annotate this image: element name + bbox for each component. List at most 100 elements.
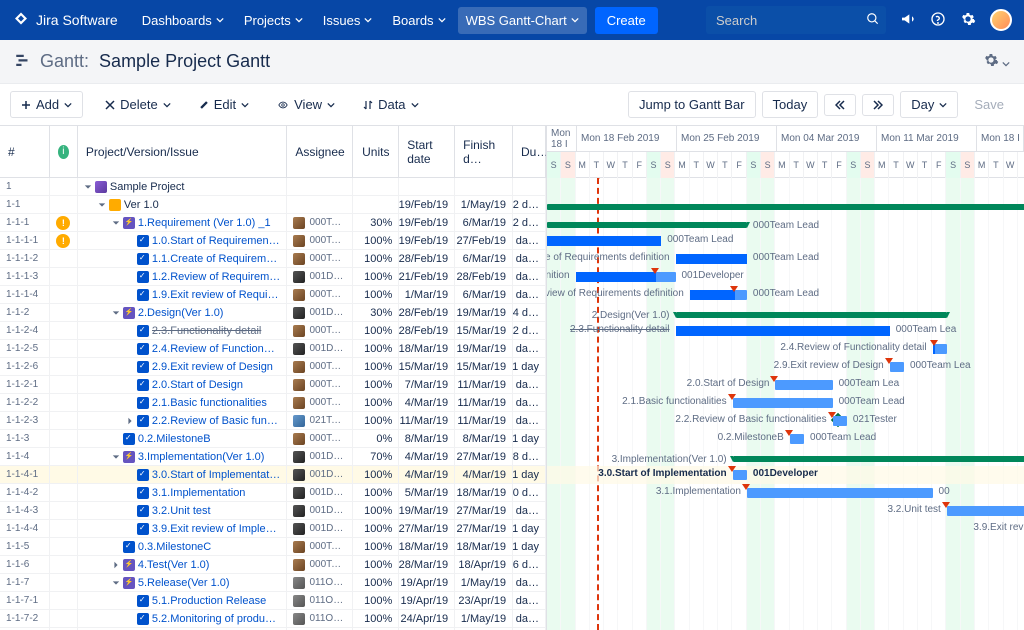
gear-icon[interactable] <box>960 11 976 30</box>
summary-bar[interactable] <box>547 204 1024 210</box>
table-row[interactable]: 1-1-2-42.3.Functionality detail000Te…100… <box>0 322 546 340</box>
nav-item-issues[interactable]: Issues <box>315 7 381 34</box>
gantt-row[interactable] <box>547 592 1024 610</box>
gantt-row[interactable]: 3.2.Unit test <box>547 502 1024 520</box>
col-units[interactable]: Units <box>353 126 399 177</box>
megaphone-icon[interactable] <box>900 11 916 30</box>
gantt-row[interactable]: 3.Implementation(Ver 1.0) <box>547 448 1024 466</box>
add-button[interactable]: Add <box>10 91 83 118</box>
collapse-icon[interactable] <box>84 183 92 191</box>
task-bar[interactable]: 000Team Leadixit review of Requirements … <box>690 290 747 300</box>
task-bar[interactable]: 001Developerdefinition <box>576 272 676 282</box>
summary-bar[interactable]: 3.Implementation(Ver 1.0) <box>733 456 1024 462</box>
task-bar[interactable]: 000Team Lea2.3.Functionality detail <box>676 326 890 336</box>
gantt-row[interactable]: 000Team Lea2.0.Start of Design <box>547 376 1024 394</box>
collapse-icon[interactable] <box>112 453 120 461</box>
task-bar[interactable]: 000Team Lea2.9.Exit review of Design <box>890 362 904 372</box>
nav-item-boards[interactable]: Boards <box>384 7 453 34</box>
table-row[interactable]: 1-1-50.3.MilestoneC000Te…100%18/Mar/1918… <box>0 538 546 556</box>
table-row[interactable]: 1-1-1-31.2.Review of Requireme…001De…100… <box>0 268 546 286</box>
prev-button[interactable] <box>824 94 856 116</box>
gantt-row[interactable]: 001Developer3.0.Start of Implementation <box>547 466 1024 484</box>
gantt-row[interactable] <box>547 538 1024 556</box>
data-button[interactable]: Data <box>357 92 424 117</box>
task-bar[interactable]: 001Developer3.0.Start of Implementation <box>733 470 747 480</box>
table-row[interactable]: 1-1-2-12.0.Start of Design000Te…100%7/Ma… <box>0 376 546 394</box>
table-row[interactable]: 1-1-7-25.2.Monitoring of produc…011Op…10… <box>0 610 546 628</box>
table-row[interactable]: 1-1-2-22.1.Basic functionalities000Te…10… <box>0 394 546 412</box>
create-button[interactable]: Create <box>595 7 658 34</box>
page-gear-icon[interactable] <box>983 52 1010 71</box>
gantt-row[interactable]: 000Team Lea2.9.Exit review of Design <box>547 358 1024 376</box>
task-bar[interactable]: 000Team Lead…ion <box>547 236 661 246</box>
gantt-row[interactable]: 000Team Lead…ion <box>547 232 1024 250</box>
timeline-body[interactable]: 000Team Lead) _1 000Team Lead…ion 000Team … <box>547 178 1024 630</box>
gantt-row[interactable] <box>547 574 1024 592</box>
task-bar[interactable]: 3.2.Unit test <box>947 506 1024 516</box>
collapse-icon[interactable] <box>98 201 106 209</box>
col-start[interactable]: Start date <box>399 126 455 177</box>
table-row[interactable]: 1-1-7-15.1.Production Release011Op…100%1… <box>0 592 546 610</box>
col-id[interactable]: # <box>0 126 50 177</box>
col-du[interactable]: Du… <box>513 126 546 177</box>
summary-bar[interactable]: 2.Design(Ver 1.0) <box>676 312 947 318</box>
table-row[interactable]: 1Sample Project <box>0 178 546 196</box>
table-row[interactable]: 1-1-4-43.9.Exit review of Implem…001De…1… <box>0 520 546 538</box>
today-button[interactable]: Today <box>762 91 819 118</box>
product-logo[interactable]: Jira Software <box>12 11 118 29</box>
gantt-row[interactable] <box>547 610 1024 628</box>
task-bar[interactable]: 000Team Lead2.1.Basic functionalities <box>733 398 833 408</box>
expand-icon[interactable] <box>126 417 134 425</box>
col-warn[interactable]: i <box>50 126 78 177</box>
jump-button[interactable]: Jump to Gantt Bar <box>628 91 756 118</box>
summary-bar[interactable]: 000Team Lead) _1 <box>547 222 747 228</box>
table-row[interactable]: 1-1-75.Release(Ver 1.0)011Op…100%19/Apr/… <box>0 574 546 592</box>
gantt-row[interactable]: 000Team LeadCreate of Requirements defin… <box>547 250 1024 268</box>
nav-item-dashboards[interactable]: Dashboards <box>134 7 232 34</box>
table-row[interactable]: 1-1-1-1!1.0.Start of Requirement…000Te…1… <box>0 232 546 250</box>
table-row[interactable]: 1-1-2-52.4.Review of Functionali…001De…1… <box>0 340 546 358</box>
search-input[interactable] <box>706 6 886 34</box>
view-button[interactable]: View <box>271 92 341 117</box>
gantt-row[interactable]: 001Developerdefinition <box>547 268 1024 286</box>
collapse-icon[interactable] <box>112 579 120 587</box>
gantt-row[interactable] <box>547 178 1024 196</box>
edit-button[interactable]: Edit <box>193 92 255 117</box>
task-bar[interactable]: 2.4.Review of Functionality detail <box>933 344 947 354</box>
gantt-row[interactable]: 000Team Lead0.2.MilestoneB <box>547 430 1024 448</box>
task-bar[interactable]: 000Team LeadCreate of Requirements defin… <box>676 254 747 264</box>
task-bar[interactable]: 003.1.Implementation <box>747 488 933 498</box>
user-avatar[interactable] <box>990 9 1012 31</box>
table-row[interactable]: 1-1-2-32.2.Review of Basic functi…021Te…… <box>0 412 546 430</box>
gantt-row[interactable]: 000Team Lead2.1.Basic functionalities <box>547 394 1024 412</box>
table-row[interactable]: 1-1-1-41.9.Exit review of Requir…000Te…1… <box>0 286 546 304</box>
unit-button[interactable]: Day <box>900 91 958 118</box>
collapse-icon[interactable] <box>112 219 120 227</box>
table-row[interactable]: 1-1-64.Test(Ver 1.0)000Te…100%28/Mar/191… <box>0 556 546 574</box>
search-button[interactable] <box>866 12 880 29</box>
gantt-row[interactable]: 2.4.Review of Functionality detail <box>547 340 1024 358</box>
delete-button[interactable]: Delete <box>99 92 177 117</box>
table-row[interactable]: 1-1-4-13.0.Start of Implementati…001De…1… <box>0 466 546 484</box>
task-bar[interactable]: 000Team Lead0.2.MilestoneB <box>790 434 804 444</box>
collapse-icon[interactable] <box>112 309 120 317</box>
gantt-row[interactable] <box>547 556 1024 574</box>
gantt-row[interactable]: 000Team Leadixit review of Requirements … <box>547 286 1024 304</box>
task-bar[interactable]: 021Tester2.2.Review of Basic functionali… <box>833 416 847 426</box>
table-row[interactable]: 1-1-1-21.1.Create of Requireme…000Te…100… <box>0 250 546 268</box>
gantt-row[interactable]: 021Tester2.2.Review of Basic functionali… <box>547 412 1024 430</box>
col-issue[interactable]: Project/Version/Issue <box>78 126 287 177</box>
table-row[interactable]: 1-1-1!1.Requirement (Ver 1.0) _1000Te…30… <box>0 214 546 232</box>
expand-icon[interactable] <box>112 561 120 569</box>
help-icon[interactable] <box>930 11 946 30</box>
table-row[interactable]: 1-1-2-62.9.Exit review of Design000Te…10… <box>0 358 546 376</box>
gantt-row[interactable]: 3.9.Exit review of I <box>547 520 1024 538</box>
nav-item-wbs-gantt-chart[interactable]: WBS Gantt-Chart <box>458 7 587 34</box>
gantt-row[interactable]: 000Team Lea2.3.Functionality detail <box>547 322 1024 340</box>
table-row[interactable]: 1-1-43.Implementation(Ver 1.0)001De…70%4… <box>0 448 546 466</box>
gantt-row[interactable]: 000Team Lead) _1 <box>547 214 1024 232</box>
next-button[interactable] <box>862 94 894 116</box>
gantt-row[interactable] <box>547 196 1024 214</box>
task-bar[interactable]: 000Team Lea2.0.Start of Design <box>775 380 832 390</box>
col-finish[interactable]: Finish d… <box>455 126 513 177</box>
